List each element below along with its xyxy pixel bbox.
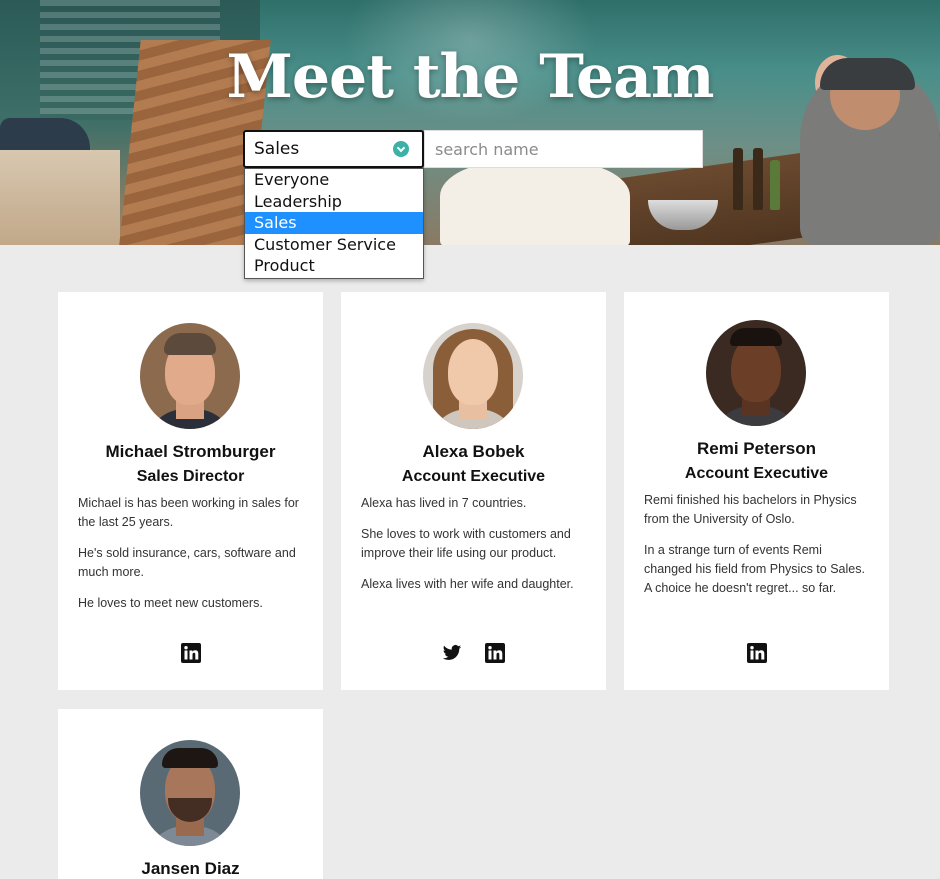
dropdown-option-sales[interactable]: Sales bbox=[245, 212, 423, 234]
member-name: Jansen Diaz bbox=[141, 859, 240, 878]
team-card: Remi Peterson Account Executive Remi fin… bbox=[624, 292, 889, 690]
bio-paragraph: Remi finished his bachelors in Physics f… bbox=[644, 493, 857, 526]
member-bio: Michael is has been working in sales for… bbox=[78, 494, 306, 625]
member-name: Alexa Bobek bbox=[422, 442, 525, 461]
social-links bbox=[58, 642, 323, 664]
team-card: Jansen Diaz bbox=[58, 709, 323, 879]
linkedin-icon[interactable] bbox=[746, 642, 767, 663]
bio-paragraph: She loves to work with customers and imp… bbox=[361, 527, 571, 560]
hero-photo-bottle bbox=[733, 148, 743, 210]
team-card: Michael Stromburger Sales Director Micha… bbox=[58, 292, 323, 690]
hero-photo-bottle bbox=[753, 148, 763, 210]
social-links bbox=[624, 642, 889, 664]
social-links bbox=[341, 642, 606, 664]
bio-paragraph: Alexa lives with her wife and daughter. bbox=[361, 577, 574, 591]
dropdown-option-product[interactable]: Product bbox=[245, 255, 423, 277]
linkedin-icon[interactable] bbox=[485, 642, 506, 663]
avatar bbox=[423, 323, 523, 429]
dropdown-option-customer-service[interactable]: Customer Service bbox=[245, 234, 423, 256]
search-name-input[interactable] bbox=[424, 130, 703, 168]
twitter-icon[interactable] bbox=[442, 643, 462, 663]
bio-paragraph: He loves to meet new customers. bbox=[78, 596, 263, 610]
member-role: Account Executive bbox=[401, 468, 546, 485]
team-card: Alexa Bobek Account Executive Alexa has … bbox=[341, 292, 606, 690]
hero-photo-bench bbox=[0, 150, 120, 245]
bio-paragraph: Michael is has been working in sales for… bbox=[78, 496, 299, 529]
hero-photo-bottle bbox=[770, 160, 780, 210]
member-role: Sales Director bbox=[136, 468, 245, 485]
avatar bbox=[140, 323, 240, 429]
dropdown-option-leadership[interactable]: Leadership bbox=[245, 191, 423, 213]
avatar bbox=[140, 740, 240, 846]
bio-paragraph: Alexa has lived in 7 countries. bbox=[361, 496, 527, 510]
dropdown-option-everyone[interactable]: Everyone bbox=[245, 169, 423, 191]
bio-paragraph: In a strange turn of events Remi changed… bbox=[644, 543, 865, 595]
member-name: Michael Stromburger bbox=[105, 442, 276, 461]
avatar bbox=[706, 320, 806, 426]
team-filter-dropdown: Everyone Leadership Sales Customer Servi… bbox=[244, 168, 424, 279]
bio-paragraph: He's sold insurance, cars, software and … bbox=[78, 546, 296, 579]
hero-photo-person bbox=[440, 160, 630, 245]
hero-banner: Meet the Team bbox=[0, 0, 940, 245]
member-role: Account Executive bbox=[684, 465, 829, 482]
member-bio: Remi finished his bachelors in Physics f… bbox=[644, 491, 872, 610]
member-name: Remi Peterson bbox=[696, 439, 817, 458]
chevron-down-icon[interactable] bbox=[393, 141, 409, 157]
linkedin-icon[interactable] bbox=[180, 642, 201, 663]
member-bio: Alexa has lived in 7 countries. She love… bbox=[361, 494, 589, 606]
page-title: Meet the Team bbox=[226, 42, 714, 112]
